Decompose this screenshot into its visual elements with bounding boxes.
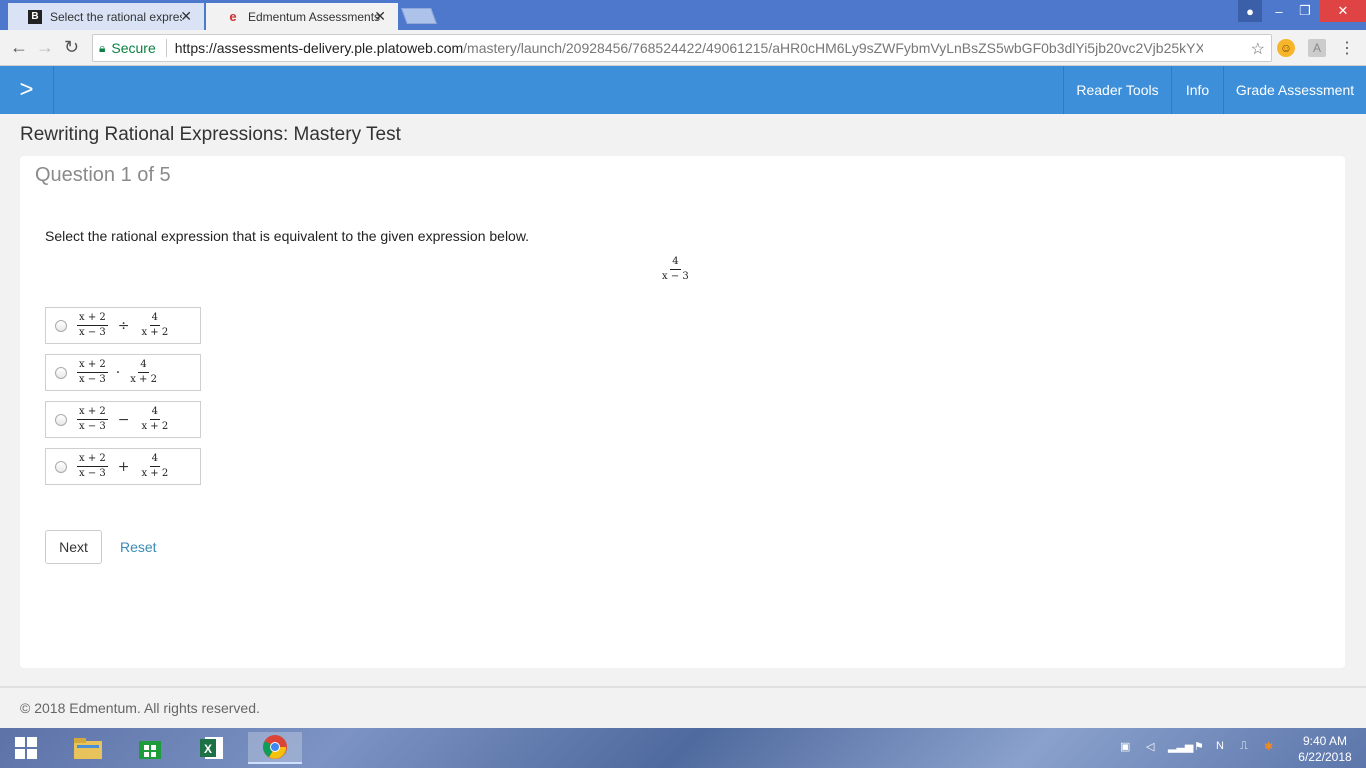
question-number: Question 1 of 5	[35, 164, 171, 186]
language-icon[interactable]: N	[1216, 740, 1224, 752]
reader-tools-button[interactable]: Reader Tools	[1063, 66, 1171, 114]
page-title: Rewriting Rational Expressions: Mastery …	[20, 124, 401, 145]
svg-text:X: X	[204, 742, 212, 756]
store-icon[interactable]	[130, 732, 170, 764]
new-tab-button[interactable]	[401, 8, 437, 24]
answer-option-2[interactable]: x + 2x − 3 · 4x + 2	[45, 354, 201, 391]
question-prompt: Select the rational expression that is e…	[45, 228, 530, 244]
radio-button[interactable]	[55, 460, 67, 473]
radio-button[interactable]	[55, 366, 67, 379]
fraction: 4x + 2	[141, 312, 169, 338]
windows-taskbar: X ▣ ◁ ▂▃▅ ⚑ N ⎍ ✱ 9:40 AM 6/22/2018	[0, 728, 1366, 768]
operator: −	[117, 411, 130, 428]
chrome-taskbar-icon[interactable]	[248, 732, 302, 764]
close-tab-icon[interactable]: ✕	[180, 8, 192, 25]
grade-assessment-button[interactable]: Grade Assessment	[1223, 66, 1366, 114]
window-close-icon[interactable]: ✕	[1320, 0, 1366, 22]
edmentum-favicon-icon: e	[229, 9, 237, 24]
operator: ·	[115, 364, 121, 381]
emoji-extension-icon[interactable]: ☺	[1277, 39, 1295, 57]
url-host: https://assessments-delivery.ple.platowe…	[174, 40, 464, 56]
flag-icon[interactable]: ⚑	[1194, 740, 1204, 753]
divider	[165, 39, 167, 57]
answer-option-3[interactable]: x + 2x − 3 − 4x + 2	[45, 401, 201, 438]
footer-divider	[0, 686, 1366, 688]
question-card: Question 1 of 5 Select the rational expr…	[20, 156, 1345, 668]
file-explorer-icon[interactable]	[68, 732, 108, 764]
volume-icon[interactable]: ◁	[1146, 740, 1154, 753]
fraction: 4x + 2	[130, 359, 157, 385]
fraction: 4x + 2	[141, 406, 169, 432]
address-bar[interactable]: 🔒︎ Secure https://assessments-delivery.p…	[92, 34, 1272, 62]
back-arrow-icon[interactable]: ←	[10, 37, 28, 58]
tab-strip: B Select the rational expres ✕ e Edmentu…	[0, 0, 1366, 30]
fraction: x + 2x − 3	[77, 406, 108, 432]
radio-button[interactable]	[55, 413, 67, 426]
chevron-right-icon[interactable]: >	[0, 66, 54, 114]
excel-icon[interactable]: X	[192, 732, 232, 764]
answer-option-4[interactable]: x + 2x − 3 + 4x + 2	[45, 448, 201, 485]
reset-link[interactable]: Reset	[120, 539, 157, 555]
fraction: 4 x − 3	[662, 256, 689, 282]
tab-title: Edmentum Assessments	[248, 9, 380, 24]
tray-network-icon[interactable]: ▣	[1120, 740, 1130, 753]
answer-option-1[interactable]: x + 2x − 3 ÷ 4x + 2	[45, 307, 201, 344]
clock-time: 9:40 AM	[1302, 734, 1348, 748]
brainly-favicon-icon: B	[28, 9, 42, 24]
close-tab-icon[interactable]: ✕	[374, 8, 386, 25]
info-button[interactable]: Info	[1171, 66, 1223, 114]
windows-start-icon[interactable]	[6, 732, 46, 764]
fraction: x + 2x − 3	[77, 453, 108, 479]
browser-tab-2[interactable]: e Edmentum Assessments ✕	[206, 3, 398, 30]
fraction: x + 2x − 3	[77, 359, 108, 385]
browser-toolbar: ← → ↻ 🔒︎ Secure https://assessments-deli…	[0, 30, 1366, 66]
forward-arrow-icon[interactable]: →	[36, 37, 54, 58]
chrome-menu-icon[interactable]: ⋮	[1338, 39, 1356, 57]
fraction: x + 2x − 3	[77, 312, 108, 338]
restore-icon[interactable]: ❐	[1290, 0, 1320, 22]
fraction: 4x + 2	[141, 453, 169, 479]
operator: +	[117, 458, 130, 475]
wifi-signal-icon[interactable]: ▂▃▅	[1168, 740, 1193, 753]
secure-label: Secure	[111, 40, 156, 56]
browser-tab-1[interactable]: B Select the rational expres ✕	[8, 3, 204, 30]
profile-icon[interactable]: ●	[1238, 0, 1262, 22]
taskbar-clock[interactable]: 9:40 AM 6/22/2018	[1290, 733, 1360, 765]
clock-date: 6/22/2018	[1298, 750, 1352, 764]
given-expression: 4 x − 3	[660, 256, 708, 283]
app-header: > Reader Tools Info Grade Assessment	[0, 66, 1366, 114]
radio-button[interactable]	[55, 319, 67, 332]
operator: ÷	[117, 317, 130, 334]
usb-icon[interactable]: ⎍	[1240, 740, 1248, 753]
footer-copyright: © 2018 Edmentum. All rights reserved.	[20, 700, 260, 716]
next-button[interactable]: Next	[45, 530, 102, 564]
notification-app-icon[interactable]: ✱	[1264, 740, 1273, 753]
reload-icon[interactable]: ↻	[64, 37, 79, 58]
bookmark-star-icon[interactable]: ☆	[1251, 39, 1265, 59]
tab-title: Select the rational expres	[50, 9, 182, 24]
url-path: /mastery/launch/20928456/768524422/49061…	[463, 40, 1204, 56]
pdf-extension-icon[interactable]: A	[1308, 39, 1326, 57]
lock-icon: 🔒︎	[99, 40, 106, 55]
